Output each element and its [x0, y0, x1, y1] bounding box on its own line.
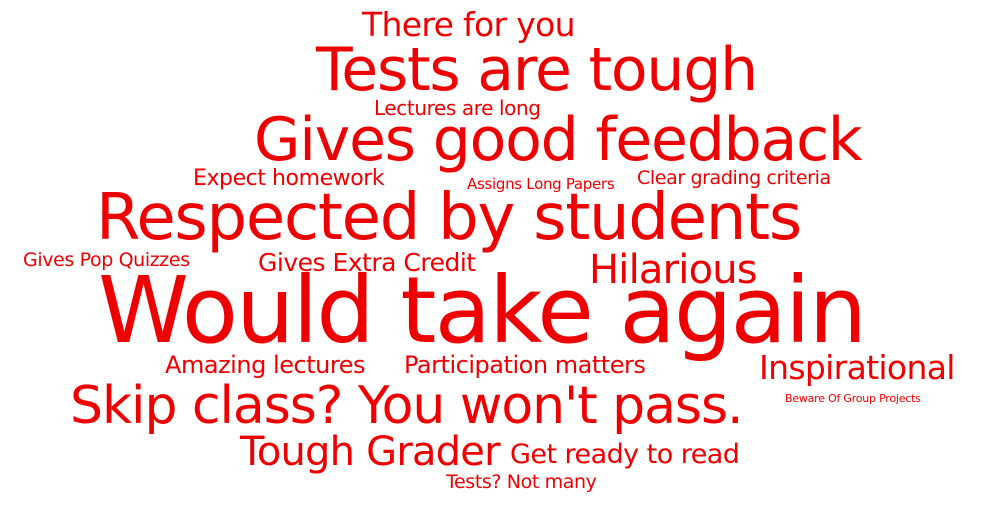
tag-respected-by-students: Respected by students [96, 181, 802, 255]
tag-would-take-again: Would take again [98, 257, 867, 364]
tag-word-cloud: There for you Tests are tough Lectures a… [0, 0, 985, 507]
tag-amazing-lectures: Amazing lectures [165, 351, 366, 379]
tag-skip-class: Skip class? You won't pass. [70, 376, 744, 436]
tag-participation-matters: Participation matters [404, 351, 646, 379]
tag-tests-are-tough: Tests are tough [316, 35, 758, 105]
tag-tough-grader: Tough Grader [240, 429, 501, 475]
tag-beware-of-group-projects: Beware Of Group Projects [785, 392, 921, 405]
tag-gives-good-feedback: Gives good feedback [254, 105, 863, 175]
tag-inspirational: Inspirational [759, 348, 955, 387]
tag-get-ready-to-read: Get ready to read [510, 439, 740, 470]
tag-tests-not-many: Tests? Not many [446, 471, 597, 493]
